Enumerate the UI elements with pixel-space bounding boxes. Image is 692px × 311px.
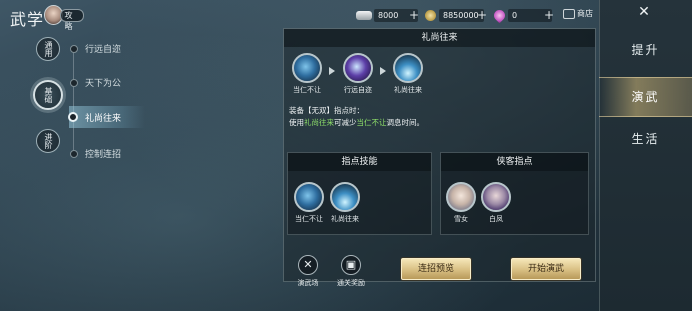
tab-life[interactable]: 生活	[599, 130, 692, 148]
arrow-right-icon	[329, 67, 335, 75]
add-coin-button[interactable]: +	[475, 8, 489, 22]
guide-button[interactable]: 攻略	[44, 4, 84, 31]
category-basic[interactable]: 基础	[33, 80, 63, 110]
move-dot	[70, 78, 78, 87]
combo-title: 礼尚往来	[284, 29, 595, 47]
combo-skill-2[interactable]: 行远自迩	[339, 53, 377, 95]
arena-button[interactable]: ✕ 演武场	[288, 255, 328, 288]
guided-skill-1[interactable]: 当仁不让	[290, 182, 328, 224]
move-item-tianxia[interactable]: 天下为公	[70, 76, 121, 89]
nav-connector-line	[73, 50, 74, 152]
desc-text: 调息时间。	[386, 118, 425, 127]
category-general[interactable]: 通用	[36, 37, 60, 61]
move-item-lishang[interactable]: 礼尚往来	[68, 106, 145, 128]
tab-practice[interactable]: 演武	[599, 77, 692, 117]
heroes-box: 侠客指点 雪女 白凤	[440, 152, 589, 235]
hero-portrait	[446, 182, 476, 212]
move-item-kongzhi[interactable]: 控制连招	[70, 147, 121, 160]
silver-resource: 8000 +	[356, 7, 421, 23]
coin-icon	[425, 9, 436, 21]
reward-label: 通关奖励	[337, 279, 365, 287]
arena-label: 演武场	[297, 279, 319, 287]
move-label: 礼尚往来	[85, 113, 122, 124]
skill-label: 礼尚往来	[331, 215, 359, 223]
eye-purple-icon	[343, 53, 373, 83]
start-practice-button[interactable]: 开始演武	[511, 258, 581, 280]
tab-improve[interactable]: 提升	[599, 41, 692, 59]
burst-cyan-icon	[330, 182, 360, 212]
skill-label: 当仁不让	[293, 86, 321, 94]
hero-baifeng[interactable]: 白凤	[478, 182, 514, 224]
close-icon[interactable]: ✕	[637, 5, 651, 19]
category-label: 进阶	[44, 133, 53, 149]
move-label: 行远自迩	[85, 45, 122, 55]
guide-label: 攻略	[60, 8, 84, 31]
heroes-box-title: 侠客指点	[441, 153, 588, 171]
move-item-xingyuan[interactable]: 行远自迩	[70, 42, 121, 55]
skills-box-title: 指点技能	[288, 153, 431, 171]
desc-text: 可减少	[334, 118, 357, 127]
shop-icon	[563, 8, 575, 19]
combo-card: 礼尚往来 当仁不让 行远自迩 礼尚往来 装备【无双】指点时： 使用礼尚往来可减少…	[283, 28, 596, 287]
category-label: 通用	[44, 41, 53, 57]
category-advanced[interactable]: 进阶	[36, 129, 60, 153]
desc-skill-highlight: 礼尚往来	[304, 118, 334, 127]
page-title: 武学	[10, 10, 45, 29]
add-silver-button[interactable]: +	[407, 8, 421, 22]
skills-box: 指点技能 当仁不让 礼尚往来	[287, 152, 432, 235]
swirl-blue-icon	[292, 53, 322, 83]
skill-label: 当仁不让	[295, 215, 323, 223]
category-label: 基础	[44, 87, 53, 103]
guided-skill-2[interactable]: 礼尚往来	[326, 182, 364, 224]
swirl-blue-icon	[294, 182, 324, 212]
burst-cyan-icon	[393, 53, 423, 83]
combo-skill-3[interactable]: 礼尚往来	[389, 53, 427, 95]
combo-preview-button[interactable]: 连招预览	[401, 258, 471, 280]
combo-desc-line2: 使用礼尚往来可减少当仁不让调息时间。	[289, 117, 424, 128]
coin-resource: 8850000 +	[425, 7, 489, 23]
hero-label: 白凤	[489, 215, 503, 223]
desc-skill-highlight: 当仁不让	[356, 118, 387, 127]
reward-button[interactable]: ▣ 通关奖励	[331, 255, 371, 288]
hero-label: 雪女	[454, 215, 468, 223]
move-dot	[70, 149, 78, 158]
desc-text: 使用	[289, 118, 304, 127]
move-dot-selected	[68, 112, 78, 122]
hero-xuenv[interactable]: 雪女	[443, 182, 479, 224]
combo-desc-line1: 装备【无双】指点时：	[289, 106, 364, 115]
move-label: 天下为公	[85, 79, 122, 89]
shop-label: 商店	[577, 9, 593, 18]
hero-portrait	[481, 182, 511, 212]
move-dot	[70, 44, 78, 53]
gem-resource: 0 +	[491, 7, 556, 23]
skill-label: 礼尚往来	[394, 86, 422, 94]
combo-skill-1[interactable]: 当仁不让	[288, 53, 326, 95]
move-label: 控制连招	[85, 150, 122, 160]
shop-button[interactable]: 商店	[563, 8, 593, 19]
treasure-chest-icon: ▣	[341, 255, 361, 275]
skill-label: 行远自迩	[344, 86, 372, 94]
gem-icon	[491, 7, 508, 23]
silver-ingot-icon	[356, 10, 372, 20]
add-gem-button[interactable]: +	[542, 8, 556, 22]
crossed-swords-icon: ✕	[298, 255, 318, 275]
arrow-right-icon	[380, 67, 386, 75]
